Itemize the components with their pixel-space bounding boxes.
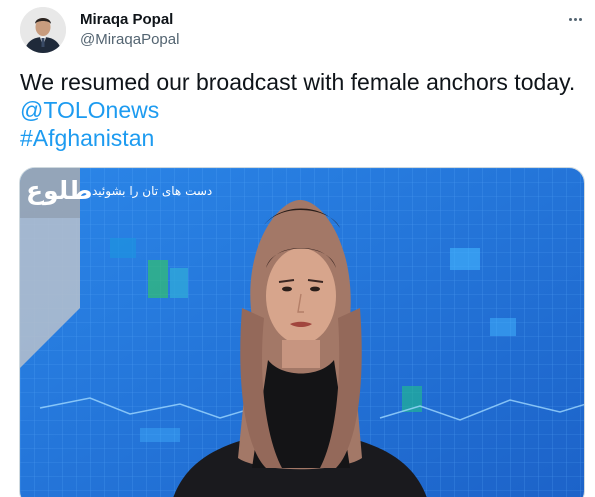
tweet: Miraqa Popal @MiraqaPopal We resumed our… bbox=[0, 0, 595, 497]
channel-logo: طلوع bbox=[26, 176, 93, 205]
avatar[interactable] bbox=[20, 7, 66, 53]
more-options-button[interactable] bbox=[564, 9, 586, 29]
tweet-text: We resumed our broadcast with female anc… bbox=[20, 68, 590, 152]
tweet-body: We resumed our broadcast with female anc… bbox=[20, 69, 576, 95]
author-handle[interactable]: @MiraqaPopal bbox=[80, 31, 179, 48]
more-horizontal-icon bbox=[573, 17, 577, 21]
hashtag-link[interactable]: #Afghanistan bbox=[20, 124, 590, 152]
tweet-media[interactable]: طلوع دست های تان را بشوئید bbox=[19, 167, 585, 497]
news-anchor-photo bbox=[20, 168, 584, 497]
avatar-photo bbox=[20, 7, 66, 53]
more-horizontal-icon bbox=[568, 17, 572, 21]
mention-link[interactable]: @TOLOnews bbox=[20, 96, 590, 124]
more-horizontal-icon bbox=[578, 17, 582, 21]
media-caption: دست های تان را بشوئید bbox=[92, 184, 213, 198]
author-name[interactable]: Miraqa Popal bbox=[80, 11, 173, 28]
